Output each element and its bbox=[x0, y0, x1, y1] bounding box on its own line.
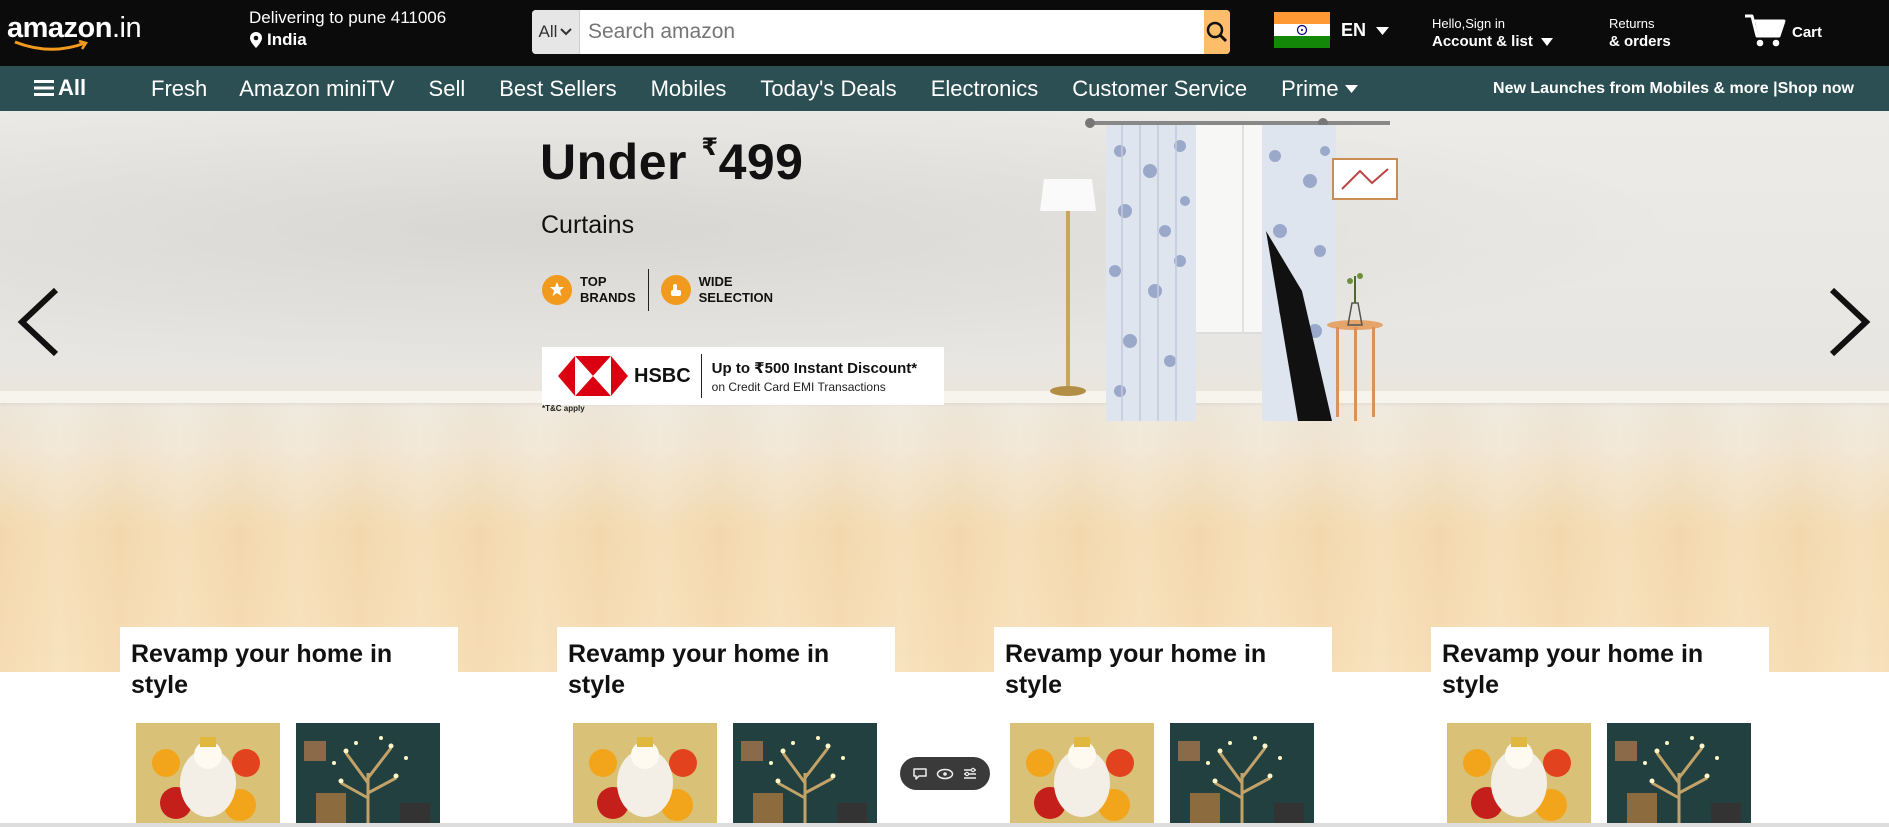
hsbc-logo-icon bbox=[558, 356, 628, 396]
star-hand-icon bbox=[542, 275, 572, 305]
orders-label: & orders bbox=[1609, 33, 1671, 50]
nav-item-fresh[interactable]: Fresh bbox=[151, 76, 207, 102]
hero-currency: ₹ bbox=[701, 134, 719, 161]
badge1-line1: TOP bbox=[580, 274, 607, 289]
floating-toolbar bbox=[900, 757, 990, 790]
returns-orders[interactable]: Returns & orders bbox=[1609, 16, 1671, 52]
lamp-tree-image[interactable] bbox=[1607, 723, 1751, 827]
hsbc-offer-banner[interactable]: HSBC Up to ₹500 Instant Discount* on Cre… bbox=[542, 347, 944, 405]
baseboard bbox=[0, 391, 1889, 403]
card-title: Revamp your home in style bbox=[568, 640, 830, 699]
hero-badges: TOP BRANDS WIDE SELECTION bbox=[542, 269, 773, 311]
hsbc-divider bbox=[700, 354, 702, 398]
nav-item-best-sellers[interactable]: Best Sellers bbox=[499, 76, 616, 102]
carousel-prev-arrow-icon[interactable] bbox=[16, 286, 62, 358]
nav-item-mobiles[interactable]: Mobiles bbox=[651, 76, 727, 102]
nav-bar: All Fresh Amazon miniTV Sell Best Seller… bbox=[0, 66, 1889, 111]
location-pin-icon bbox=[250, 32, 262, 48]
cart-icon bbox=[1745, 14, 1786, 47]
terms-note: *T&C apply bbox=[542, 404, 585, 413]
nav-item-todays-deals[interactable]: Today's Deals bbox=[760, 76, 896, 102]
nav-item-sell[interactable]: Sell bbox=[429, 76, 466, 102]
search-category-label: All bbox=[538, 22, 558, 41]
bottom-edge bbox=[0, 823, 1889, 827]
search-icon bbox=[1206, 21, 1228, 43]
card-3[interactable]: Revamp your home in style bbox=[994, 627, 1332, 827]
wall-shadow bbox=[0, 111, 1889, 401]
card-title: Revamp your home in style bbox=[1005, 640, 1267, 699]
badge2-line2: SELECTION bbox=[698, 290, 774, 305]
hamburger-icon bbox=[34, 80, 54, 96]
badge-top-brands: TOP BRANDS bbox=[542, 274, 636, 306]
badge1-line2: BRANDS bbox=[580, 290, 636, 305]
hero-carousel: Under ₹499 Curtains TOP BRANDS WIDE SELECT… bbox=[0, 111, 1889, 672]
top-bar: amazon.in Delivering to pune 411006 Indi… bbox=[0, 0, 1889, 66]
delivery-line1: Delivering to pune 411006 bbox=[249, 8, 447, 27]
prime-label: Prime bbox=[1281, 76, 1339, 101]
nav-links: Fresh Amazon miniTV Sell Best Sellers Mo… bbox=[151, 76, 1358, 102]
chevron-down-icon bbox=[560, 28, 573, 36]
card-4[interactable]: Revamp your home in style bbox=[1431, 627, 1769, 827]
offer-line2: on Credit Card EMI Transactions bbox=[711, 379, 886, 394]
search-bar: All bbox=[532, 10, 1230, 54]
ganesha-idol-image[interactable] bbox=[136, 723, 280, 827]
all-menu-label: All bbox=[58, 75, 87, 100]
comment-icon[interactable] bbox=[912, 767, 928, 781]
account-greeting: Hello,Sign in bbox=[1432, 16, 1505, 31]
badge2-line1: WIDE bbox=[698, 274, 733, 289]
language-selector[interactable]: EN bbox=[1341, 20, 1390, 41]
ganesha-idol-image[interactable] bbox=[573, 723, 717, 827]
cart-button[interactable]: Cart bbox=[1744, 12, 1822, 48]
badge-divider bbox=[647, 269, 649, 311]
search-button[interactable] bbox=[1204, 10, 1230, 54]
hero-price: 499 bbox=[718, 134, 804, 190]
delivery-country: India bbox=[267, 30, 307, 49]
all-menu-button[interactable]: All bbox=[34, 75, 86, 101]
language-label: EN bbox=[1341, 20, 1367, 40]
india-flag-icon[interactable] bbox=[1274, 12, 1330, 48]
cart-label: Cart bbox=[1792, 23, 1823, 41]
nav-item-customer-service[interactable]: Customer Service bbox=[1072, 76, 1247, 102]
hero-title-prefix: Under bbox=[540, 134, 702, 190]
card-title: Revamp your home in style bbox=[131, 640, 393, 699]
ganesha-idol-image[interactable] bbox=[1447, 723, 1591, 827]
lamp-tree-image[interactable] bbox=[296, 723, 440, 827]
nav-item-minitv[interactable]: Amazon miniTV bbox=[239, 76, 394, 102]
offer-line1: Up to ₹500 Instant Discount* bbox=[711, 359, 918, 377]
settings-sliders-icon[interactable] bbox=[962, 767, 978, 781]
caret-down-icon bbox=[1540, 38, 1553, 46]
amazon-logo[interactable]: amazon.in bbox=[7, 11, 167, 59]
hero-subtitle: Curtains bbox=[541, 211, 635, 239]
nav-item-electronics[interactable]: Electronics bbox=[931, 76, 1039, 102]
lamp-tree-image[interactable] bbox=[1170, 723, 1314, 827]
account-label: Account & list bbox=[1432, 33, 1533, 50]
badge-wide-selection: WIDE SELECTION bbox=[660, 274, 774, 306]
caret-down-icon bbox=[1344, 85, 1358, 93]
lamp-tree-image[interactable] bbox=[733, 723, 877, 827]
nav-promo-link[interactable]: New Launches from Mobiles & more |Shop n… bbox=[1493, 80, 1854, 98]
ganesha-idol-image[interactable] bbox=[1010, 723, 1154, 827]
card-title: Revamp your home in style bbox=[1442, 640, 1704, 699]
logo-smile-icon bbox=[14, 40, 88, 51]
account-menu[interactable]: Hello,Sign in Account & list bbox=[1432, 16, 1553, 52]
hsbc-name: HSBC bbox=[634, 364, 691, 387]
caret-down-icon bbox=[1376, 26, 1390, 35]
eye-icon[interactable] bbox=[936, 768, 954, 780]
pointer-hand-icon bbox=[660, 275, 691, 305]
curtain-room-illustration bbox=[1040, 118, 1398, 421]
product-cards: Revamp your home in style Revamp your ho… bbox=[0, 627, 1889, 827]
delivery-location[interactable]: Delivering to pune 411006 India bbox=[249, 8, 446, 51]
search-input[interactable] bbox=[580, 10, 1204, 54]
nav-item-prime[interactable]: Prime bbox=[1281, 76, 1358, 102]
logo-suffix: .in bbox=[111, 12, 142, 44]
returns-label: Returns bbox=[1609, 16, 1655, 31]
card-1[interactable]: Revamp your home in style bbox=[120, 627, 458, 827]
card-2[interactable]: Revamp your home in style bbox=[557, 627, 895, 827]
hero-title: Under ₹499 bbox=[540, 133, 804, 191]
carousel-next-arrow-icon[interactable] bbox=[1826, 286, 1872, 358]
search-category-select[interactable]: All bbox=[532, 10, 580, 54]
